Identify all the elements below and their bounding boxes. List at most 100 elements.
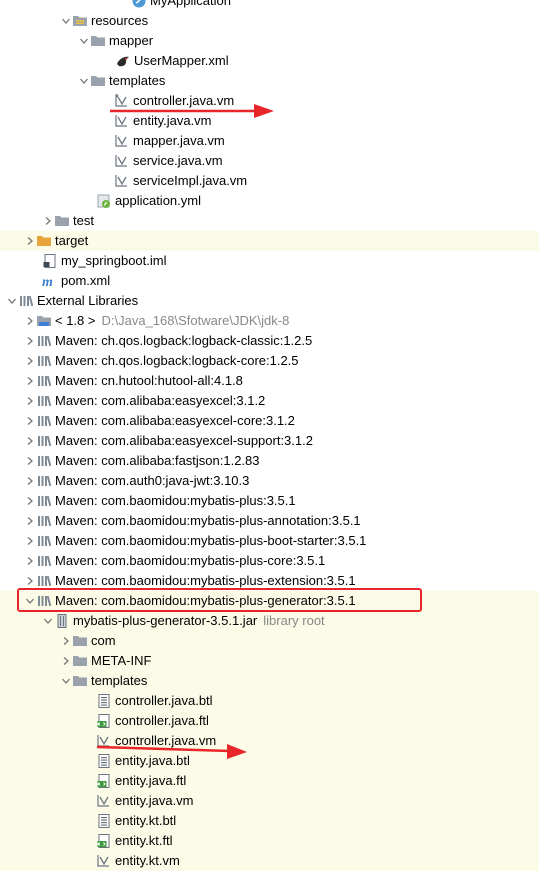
tree-label: < 1.8 > bbox=[55, 313, 96, 328]
tree-row-jar[interactable]: mybatis-plus-generator-3.5.1.jar library… bbox=[0, 611, 539, 631]
tree-row-jdk[interactable]: < 1.8 > D:\Java_168\Sfotware\JDK\jdk-8 bbox=[0, 311, 539, 331]
tree-label: mapper bbox=[109, 33, 154, 48]
tree-row-templates[interactable]: templates bbox=[0, 71, 539, 91]
tree-row-library[interactable]: Maven: cn.hutool:hutool-all:4.1.8 bbox=[0, 371, 539, 391]
tree-label: mybatis-plus-generator-3.5.1.jar bbox=[73, 613, 258, 628]
module-file-icon bbox=[42, 253, 58, 269]
chevron-right-icon[interactable] bbox=[24, 311, 36, 331]
tree-row-resources[interactable]: resources bbox=[0, 11, 539, 31]
tree-row-external-libraries[interactable]: External Libraries bbox=[0, 291, 539, 311]
library-label: Maven: com.baomidou:mybatis-plus:3.5.1 bbox=[55, 493, 296, 508]
chevron-right-icon[interactable] bbox=[24, 471, 36, 491]
tree-label: serviceImpl.java.vm bbox=[133, 173, 248, 188]
tree-row-library[interactable]: Maven: ch.qos.logback:logback-classic:1.… bbox=[0, 331, 539, 351]
tree-row-pom[interactable]: m pom.xml bbox=[0, 271, 539, 291]
tree-row-template-file[interactable]: entity.kt.btl bbox=[0, 811, 539, 831]
library-icon bbox=[36, 413, 52, 429]
chevron-right-icon[interactable] bbox=[24, 451, 36, 471]
chevron-right-icon[interactable] bbox=[24, 531, 36, 551]
chevron-right-icon[interactable] bbox=[24, 331, 36, 351]
highlight-box-annotation bbox=[17, 588, 422, 612]
tree-row-library[interactable]: Maven: com.baomidou:mybatis-plus:3.5.1 bbox=[0, 491, 539, 511]
tree-row-template-file[interactable]: entity.java.ftl bbox=[0, 771, 539, 791]
tree-row-serviceimpl-vm[interactable]: serviceImpl.java.vm bbox=[0, 171, 539, 191]
tree-row-templates-jar[interactable]: templates bbox=[0, 671, 539, 691]
chevron-right-icon[interactable] bbox=[24, 411, 36, 431]
tree-row-template-file[interactable]: entity.java.btl bbox=[0, 751, 539, 771]
tree-label: pom.xml bbox=[61, 273, 111, 288]
tree-row-library[interactable]: Maven: com.baomidou:mybatis-plus-core:3.… bbox=[0, 551, 539, 571]
chevron-down-icon[interactable] bbox=[78, 31, 90, 51]
tree-row-myapplication[interactable]: MyApplication bbox=[0, 0, 539, 11]
tree-row-template-file[interactable]: entity.kt.vm bbox=[0, 851, 539, 871]
library-label: Maven: cn.hutool:hutool-all:4.1.8 bbox=[55, 373, 243, 388]
library-icon bbox=[36, 433, 52, 449]
library-label: Maven: com.alibaba:easyexcel-support:3.1… bbox=[55, 433, 313, 448]
library-icon bbox=[36, 333, 52, 349]
tree-row-template-file[interactable]: entity.java.vm bbox=[0, 791, 539, 811]
spring-config-icon bbox=[96, 193, 112, 209]
tree-row-iml[interactable]: my_springboot.iml bbox=[0, 251, 539, 271]
folder-icon bbox=[54, 213, 70, 229]
tree-row-template-file[interactable]: entity.kt.ftl bbox=[0, 831, 539, 851]
jdk-path: D:\Java_168\Sfotware\JDK\jdk-8 bbox=[101, 313, 290, 328]
chevron-down-icon[interactable] bbox=[42, 611, 54, 631]
jar-icon bbox=[54, 613, 70, 629]
chevron-down-icon[interactable] bbox=[6, 291, 18, 311]
red-arrow-annotation-bottom bbox=[96, 744, 247, 759]
chevron-right-icon[interactable] bbox=[42, 211, 54, 231]
tree-row-library[interactable]: Maven: com.alibaba:easyexcel-core:3.1.2 bbox=[0, 411, 539, 431]
chevron-right-icon[interactable] bbox=[24, 511, 36, 531]
velocity-file-icon bbox=[96, 793, 112, 809]
chevron-right-icon[interactable] bbox=[24, 391, 36, 411]
library-label: Maven: com.baomidou:mybatis-plus-boot-st… bbox=[55, 533, 367, 548]
tree-row-template-file[interactable]: controller.java.ftl bbox=[0, 711, 539, 731]
chevron-right-icon[interactable] bbox=[24, 431, 36, 451]
chevron-right-icon[interactable] bbox=[24, 491, 36, 511]
tree-label: my_springboot.iml bbox=[61, 253, 167, 268]
chevron-down-icon[interactable] bbox=[60, 11, 72, 31]
tree-row-library[interactable]: Maven: com.alibaba:easyexcel-support:3.1… bbox=[0, 431, 539, 451]
freemarker-file-icon bbox=[96, 773, 112, 789]
template-file-label: entity.java.vm bbox=[115, 793, 194, 808]
chevron-right-icon[interactable] bbox=[24, 231, 36, 251]
tree-row-application-yml[interactable]: application.yml bbox=[0, 191, 539, 211]
tree-row-test[interactable]: test bbox=[0, 211, 539, 231]
tree-row-usermapper[interactable]: UserMapper.xml bbox=[0, 51, 539, 71]
chevron-right-icon[interactable] bbox=[24, 371, 36, 391]
chevron-right-icon[interactable] bbox=[60, 631, 72, 651]
tree-row-library[interactable]: Maven: ch.qos.logback:logback-core:1.2.5 bbox=[0, 351, 539, 371]
tree-row-target[interactable]: target bbox=[0, 231, 539, 251]
tree-row-template-file[interactable]: controller.java.btl bbox=[0, 691, 539, 711]
tree-row-metainf[interactable]: META-INF bbox=[0, 651, 539, 671]
freemarker-file-icon bbox=[96, 833, 112, 849]
tree-label: mapper.java.vm bbox=[133, 133, 225, 148]
tree-row-library[interactable]: Maven: com.alibaba:fastjson:1.2.83 bbox=[0, 451, 539, 471]
tree-row-library[interactable]: Maven: com.baomidou:mybatis-plus-annotat… bbox=[0, 511, 539, 531]
tree-label: service.java.vm bbox=[133, 153, 223, 168]
chevron-right-icon[interactable] bbox=[24, 551, 36, 571]
tree-row-mapper-vm[interactable]: mapper.java.vm bbox=[0, 131, 539, 151]
tree-row-template-file[interactable]: controller.java.vm bbox=[0, 731, 539, 751]
maven-icon: m bbox=[42, 273, 58, 289]
chevron-down-icon[interactable] bbox=[78, 71, 90, 91]
tree-label: External Libraries bbox=[37, 293, 139, 308]
chevron-right-icon[interactable] bbox=[24, 351, 36, 371]
template-file-label: entity.java.ftl bbox=[115, 773, 187, 788]
jdk-icon bbox=[36, 313, 52, 329]
tree-row-library[interactable]: Maven: com.baomidou:mybatis-plus-boot-st… bbox=[0, 531, 539, 551]
tree-row-library[interactable]: Maven: com.auth0:java-jwt:3.10.3 bbox=[0, 471, 539, 491]
chevron-down-icon[interactable] bbox=[60, 671, 72, 691]
tree-row-library[interactable]: Maven: com.alibaba:easyexcel:3.1.2 bbox=[0, 391, 539, 411]
tree-row-mapper[interactable]: mapper bbox=[0, 31, 539, 51]
tree-row-service-vm[interactable]: service.java.vm bbox=[0, 151, 539, 171]
freemarker-file-icon bbox=[96, 713, 112, 729]
tree-row-com[interactable]: com bbox=[0, 631, 539, 651]
folder-icon bbox=[90, 73, 106, 89]
velocity-file-icon bbox=[114, 133, 130, 149]
chevron-right-icon[interactable] bbox=[60, 651, 72, 671]
library-label: Maven: ch.qos.logback:logback-classic:1.… bbox=[55, 333, 313, 348]
tree-label: MyApplication bbox=[150, 0, 231, 8]
excluded-folder-icon bbox=[36, 233, 52, 249]
libraries-icon bbox=[18, 293, 34, 309]
